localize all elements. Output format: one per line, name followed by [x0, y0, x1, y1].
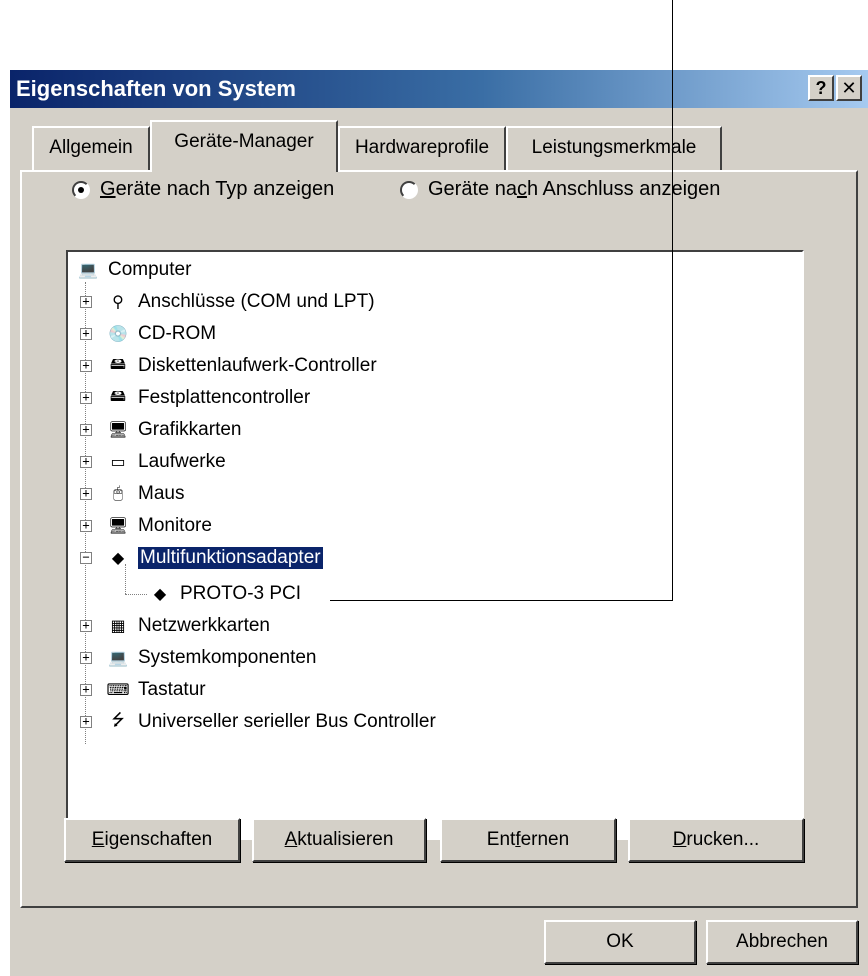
- device-tree[interactable]: 💻 Computer + ⚲ Anschlüsse (COM und LPT) …: [66, 250, 804, 840]
- remove-button[interactable]: Entfernen: [440, 818, 616, 862]
- tree-item-netzwerkkarten[interactable]: + ▦ Netzwerkkarten: [80, 612, 270, 640]
- expand-icon[interactable]: +: [80, 391, 92, 404]
- ok-button[interactable]: OK: [544, 920, 696, 964]
- close-button[interactable]: ✕: [836, 75, 862, 101]
- tree-connector: [85, 282, 86, 744]
- tab-allgemein[interactable]: Allgemein: [32, 126, 150, 170]
- radio-by-type-label: Geräte nach Typ anzeigen: [100, 178, 335, 200]
- expand-icon[interactable]: +: [80, 359, 92, 372]
- expand-icon[interactable]: +: [80, 487, 92, 500]
- tree-item-maus[interactable]: + 🖱 Maus: [80, 480, 184, 508]
- expand-icon[interactable]: +: [80, 619, 92, 632]
- tree-item-tastatur[interactable]: + ⌨ Tastatur: [80, 676, 206, 704]
- tree-connector: [125, 594, 147, 595]
- selected-label: Multifunktionsadapter: [138, 547, 323, 569]
- tree-item-cdrom[interactable]: + 💿 CD-ROM: [80, 320, 216, 348]
- collapse-icon[interactable]: −: [80, 551, 92, 564]
- radio-by-type-indicator[interactable]: [72, 180, 90, 199]
- radio-by-connection-label: Geräte nach Anschluss anzeigen: [428, 178, 721, 200]
- tree-item-festplatten[interactable]: + 🖴 Festplattencontroller: [80, 384, 310, 412]
- system-icon: 💻: [108, 650, 128, 667]
- callout-line-horizontal: [330, 600, 673, 601]
- usb-icon: ⭍: [111, 711, 125, 729]
- expand-icon[interactable]: +: [80, 651, 92, 664]
- help-button[interactable]: ?: [808, 75, 834, 101]
- system-properties-window: Eigenschaften von System ? ✕ Allgemein G…: [8, 68, 868, 976]
- expand-icon[interactable]: +: [80, 327, 92, 340]
- keyboard-icon: ⌨: [106, 682, 130, 699]
- display-icon: 🖥: [107, 422, 129, 439]
- network-card-icon: ▦: [110, 618, 126, 635]
- expand-icon[interactable]: +: [80, 295, 92, 308]
- radio-by-connection-indicator[interactable]: [400, 180, 418, 199]
- radio-by-type[interactable]: Geräte nach Typ anzeigen: [72, 178, 334, 201]
- port-icon: ⚲: [112, 294, 124, 311]
- title-bar[interactable]: Eigenschaften von System ? ✕: [10, 70, 868, 108]
- tab-geraete-manager[interactable]: Geräte-Manager: [150, 120, 338, 172]
- cdrom-icon: 💿: [108, 326, 128, 343]
- tree-root[interactable]: 💻 Computer: [76, 256, 191, 284]
- properties-button[interactable]: Eigenschaften: [64, 818, 240, 862]
- expand-icon[interactable]: +: [80, 519, 92, 532]
- expand-icon[interactable]: +: [80, 715, 92, 728]
- controller-icon: 🖴: [109, 355, 127, 373]
- multifunction-icon: ◆: [111, 550, 125, 567]
- print-button[interactable]: Drucken...: [628, 818, 804, 862]
- tree-item-anschluesse[interactable]: + ⚲ Anschlüsse (COM und LPT): [80, 288, 375, 316]
- refresh-button[interactable]: Aktualisieren: [252, 818, 426, 862]
- tree-item-usb[interactable]: + ⭍ Universeller serieller Bus Controlle…: [80, 708, 436, 736]
- tree-item-disketten[interactable]: + 🖴 Diskettenlaufwerk-Controller: [80, 352, 377, 380]
- controller-icon: 🖴: [109, 387, 127, 405]
- tab-hardwareprofile[interactable]: Hardwareprofile: [338, 126, 506, 170]
- window-title: Eigenschaften von System: [16, 76, 296, 101]
- tree-item-systemkomponenten[interactable]: + 💻 Systemkomponenten: [80, 644, 317, 672]
- tree-item-grafikkarten[interactable]: + 🖥 Grafikkarten: [80, 416, 241, 444]
- tree-item-monitore[interactable]: + 🖥 Monitore: [80, 512, 212, 540]
- expand-icon[interactable]: +: [80, 683, 92, 696]
- cancel-button[interactable]: Abbrechen: [706, 920, 858, 964]
- callout-line-vertical: [672, 0, 673, 600]
- drive-icon: ▭: [110, 454, 126, 471]
- monitor-icon: 🖥: [107, 518, 129, 535]
- tree-item-proto3-pci[interactable]: ◆ PROTO-3 PCI: [148, 580, 301, 608]
- multifunction-icon: ◆: [153, 586, 167, 603]
- tree-item-multifunktionsadapter[interactable]: − ◆ Multifunktionsadapter: [80, 544, 323, 572]
- tree-item-laufwerke[interactable]: + ▭ Laufwerke: [80, 448, 226, 476]
- tab-leistungsmerkmale[interactable]: Leistungsmerkmale: [506, 126, 722, 170]
- expand-icon[interactable]: +: [80, 455, 92, 468]
- expand-icon[interactable]: +: [80, 423, 92, 436]
- computer-icon: 💻: [78, 262, 98, 279]
- mouse-icon: 🖱: [113, 485, 123, 502]
